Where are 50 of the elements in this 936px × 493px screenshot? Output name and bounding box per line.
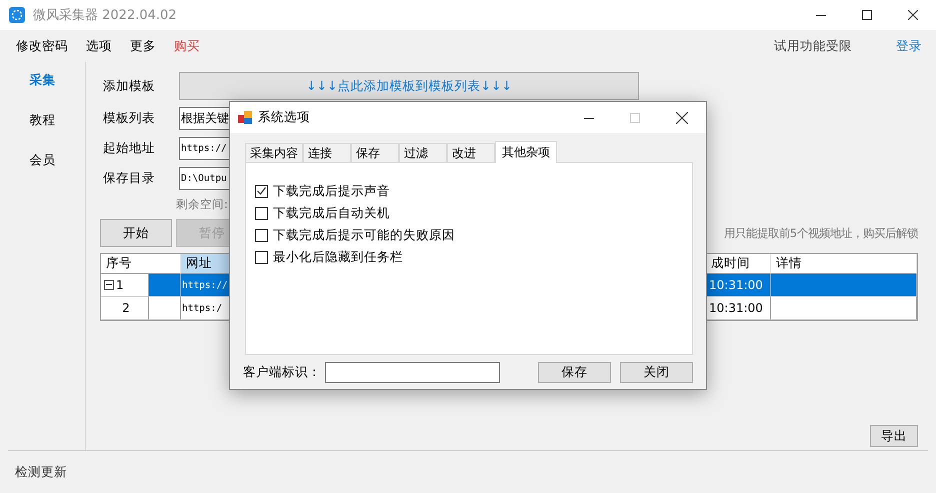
tab[interactable]: 连接 bbox=[303, 143, 351, 162]
option-label: 下载完成后自动关机 bbox=[273, 204, 390, 222]
menu-item[interactable]: 选项 bbox=[86, 38, 112, 54]
checkbox[interactable] bbox=[255, 206, 268, 220]
export-button[interactable]: 导出 bbox=[870, 425, 918, 447]
update-link[interactable]: 检测更新 bbox=[15, 464, 67, 480]
maximize-icon bbox=[630, 112, 640, 122]
checkbox[interactable] bbox=[255, 184, 268, 198]
trial-notice: 试用功能受限 bbox=[774, 38, 852, 54]
sidebar-item[interactable]: 采集 bbox=[30, 70, 56, 110]
app-icon bbox=[9, 7, 25, 23]
option-label: 最小化后隐藏到任务栏 bbox=[273, 248, 403, 266]
tab[interactable]: 过滤 bbox=[399, 143, 447, 162]
table-cell: 10:31:00 bbox=[706, 274, 771, 297]
folder-field[interactable]: D:\Outpu bbox=[179, 167, 232, 190]
sidebar-item[interactable]: 教程 bbox=[30, 110, 56, 150]
checkbox[interactable] bbox=[255, 250, 268, 264]
checkbox[interactable] bbox=[255, 228, 268, 242]
dialog-button[interactable]: 保存 bbox=[538, 362, 611, 383]
option-label: 下载完成后提示声音 bbox=[273, 182, 390, 200]
tab[interactable]: 保存 bbox=[351, 143, 399, 162]
dialog-button[interactable]: 关闭 bbox=[620, 362, 693, 383]
action-button[interactable]: 开始 bbox=[100, 219, 172, 247]
field-label: 模板列表 bbox=[102, 110, 156, 127]
close-icon[interactable] bbox=[676, 112, 688, 124]
template-dropdown[interactable]: 根据关键 bbox=[179, 107, 232, 130]
tab[interactable]: 其他杂项 bbox=[495, 141, 557, 163]
collapse-icon[interactable] bbox=[104, 280, 114, 290]
input-field[interactable] bbox=[325, 362, 500, 383]
menu-item[interactable]: 更多 bbox=[130, 38, 156, 54]
tab[interactable]: 改进 bbox=[447, 143, 495, 162]
option-label: 下载完成后提示可能的失败原因 bbox=[273, 226, 455, 244]
table-cell: 2 bbox=[101, 297, 149, 320]
url-field[interactable]: https:// bbox=[179, 137, 232, 160]
maximize-icon[interactable] bbox=[862, 10, 872, 20]
field-label: 添加模板 bbox=[102, 78, 156, 94]
limit-notice: 用只能提取前5个视频地址，购买后解锁 bbox=[724, 226, 918, 240]
free-space-label: 剩余空间: bbox=[176, 197, 228, 211]
field-label: 保存目录 bbox=[102, 170, 156, 187]
menu-item[interactable]: 修改密码 bbox=[16, 38, 68, 54]
field-label: 起始地址 bbox=[102, 140, 156, 157]
menu-item[interactable]: 购买 bbox=[174, 38, 200, 54]
tab[interactable]: 采集内容 bbox=[245, 143, 303, 162]
login-link[interactable]: 登录 bbox=[896, 38, 922, 54]
app-icon bbox=[238, 110, 252, 124]
dialog-title: 系统选项 bbox=[258, 109, 311, 126]
window-title: 微风采集器 2022.04.02 bbox=[33, 7, 178, 24]
close-icon[interactable] bbox=[908, 10, 918, 20]
field-label: 客户端标识： bbox=[243, 364, 322, 381]
sidebar-item[interactable]: 会员 bbox=[30, 150, 56, 190]
